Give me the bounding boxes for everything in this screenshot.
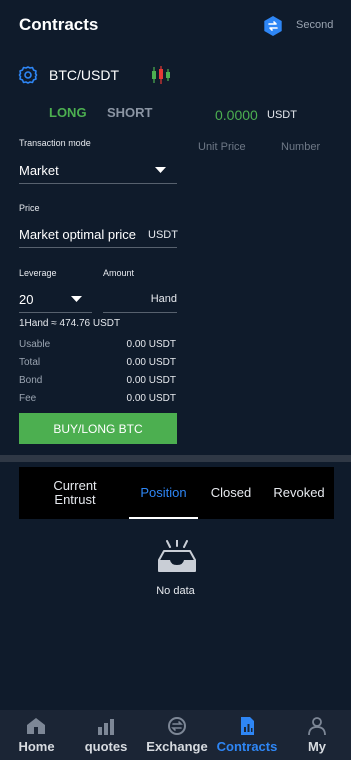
stat-total-value: 0.00 USDT [126, 357, 176, 368]
tab-current-entrust[interactable]: Current Entrust [41, 467, 109, 519]
pair-selector[interactable]: BTC/USDT [49, 67, 119, 83]
switch-icon[interactable] [263, 16, 283, 36]
nav-my[interactable]: My [289, 710, 345, 760]
user-icon [308, 717, 326, 736]
nav-my-label: My [307, 739, 327, 754]
order-book-number-header: Number [281, 141, 321, 153]
bottom-nav: Home quotes Exchange Contracts My [0, 710, 351, 760]
price-input[interactable]: Market optimal price USDT [19, 222, 178, 248]
tab-long[interactable]: LONG [49, 105, 87, 120]
tab-closed[interactable]: Closed [203, 467, 259, 519]
stat-bond-value: 0.00 USDT [126, 375, 176, 386]
amount-label: Amount [103, 268, 135, 278]
stat-usable-value: 0.00 USDT [126, 339, 176, 350]
transaction-mode-label: Transaction mode [19, 138, 91, 148]
order-book-price-header: Unit Price [198, 141, 246, 153]
tab-revoked[interactable]: Revoked [266, 467, 332, 519]
leverage-select[interactable]: 20 [19, 287, 92, 313]
chart-icon [98, 719, 114, 735]
nav-exchange-label: Exchange [146, 739, 208, 754]
nav-contracts-label: Contracts [216, 739, 278, 754]
nav-contracts[interactable]: Contracts [213, 710, 281, 760]
price-input-underline [19, 247, 177, 248]
document-chart-icon [241, 717, 254, 735]
transaction-mode-underline [19, 183, 177, 184]
gear-icon[interactable] [18, 65, 38, 85]
stat-total-label: Total [19, 357, 41, 368]
amount-input[interactable]: Hand [103, 287, 177, 313]
leverage-label: Leverage [19, 268, 57, 278]
latest-price-unit: USDT [267, 109, 297, 121]
price-input-unit: USDT [148, 229, 178, 241]
tab-position[interactable]: Position [129, 467, 198, 519]
stat-fee-label: Fee [19, 393, 37, 404]
active-tab-indicator [129, 517, 198, 519]
section-divider [0, 455, 351, 462]
candlestick-icon[interactable] [150, 64, 172, 86]
leverage-value: 20 [19, 292, 34, 307]
order-tabs: Current Entrust Position Closed Revoked [19, 467, 334, 519]
nav-home[interactable]: Home [9, 710, 64, 760]
second-mode-label[interactable]: Second [296, 19, 333, 31]
nav-exchange[interactable]: Exchange [142, 710, 212, 760]
page-title: Contracts [19, 15, 99, 34]
exchange-icon [168, 717, 186, 735]
pair-row: BTC/USDT [0, 60, 351, 92]
amount-underline [103, 312, 177, 313]
empty-inbox-icon [158, 540, 196, 572]
transaction-mode-select[interactable]: Market [19, 158, 177, 184]
header: Contracts Second [0, 0, 351, 52]
stat-usable-label: Usable [19, 339, 51, 350]
hand-conversion-note: 1Hand ≈ 474.76 USDT [19, 318, 121, 329]
transaction-mode-value: Market [19, 163, 59, 178]
amount-unit: Hand [150, 293, 177, 305]
leverage-underline [19, 312, 92, 313]
stat-fee-value: 0.00 USDT [126, 393, 176, 404]
price-input-value: Market optimal price [19, 227, 137, 242]
caret-down-icon [71, 296, 82, 302]
price-label: Price [19, 203, 40, 213]
buy-long-button[interactable]: BUY/LONG BTC [19, 413, 177, 444]
latest-price: 0.0000 [215, 107, 258, 123]
nav-quotes-label: quotes [84, 739, 128, 754]
nav-home-label: Home [18, 739, 55, 754]
stat-bond-label: Bond [19, 375, 43, 386]
empty-state-text: No data [156, 585, 195, 597]
caret-down-icon [155, 167, 166, 173]
home-icon [27, 718, 45, 734]
tab-short[interactable]: SHORT [107, 105, 153, 120]
nav-quotes[interactable]: quotes [78, 710, 134, 760]
